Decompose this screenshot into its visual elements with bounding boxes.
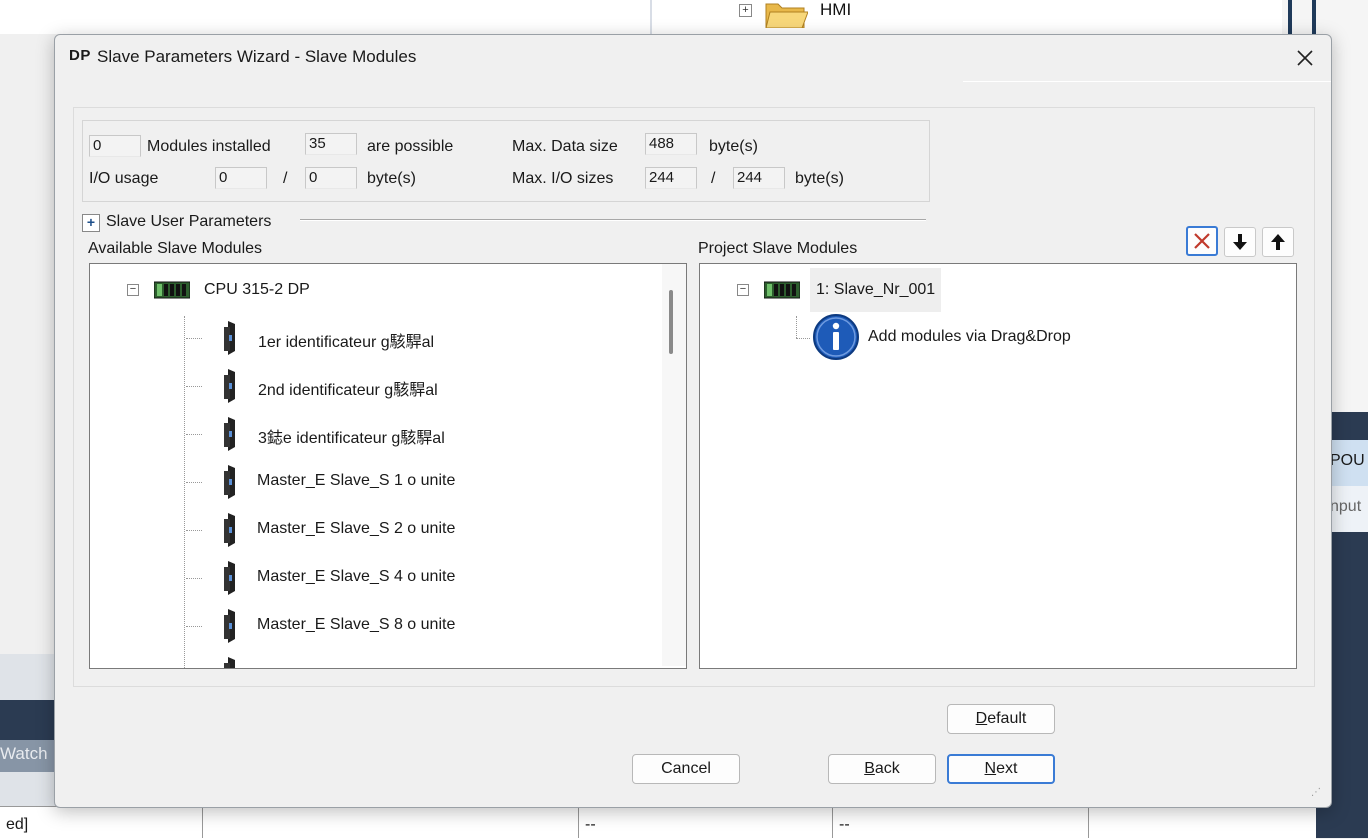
io-usage-separator: / xyxy=(283,170,288,187)
tree-connector xyxy=(186,482,202,483)
dp-app-icon: DP xyxy=(69,47,91,64)
tree-item-module[interactable]: Master_E Slave_S 8 o unite xyxy=(257,616,455,634)
module-icon xyxy=(224,369,235,403)
project-modules-tree[interactable]: − 1: Slave_Nr_001 Add modules via Drag&D… xyxy=(699,263,1297,669)
tree-connector xyxy=(796,338,810,339)
tree-connector xyxy=(186,626,202,627)
max-io-output-field: 244 xyxy=(733,167,785,189)
move-down-button[interactable] xyxy=(1224,227,1256,257)
background-grid-cell xyxy=(1088,806,1316,838)
io-usage-label: I/O usage xyxy=(89,170,159,187)
tree-item-module[interactable]: Master_E Slave_S 1 o unite xyxy=(257,472,455,490)
delete-module-button[interactable] xyxy=(1186,226,1218,256)
tree-item-module[interactable]: 2nd identificateur g駭駻al xyxy=(258,376,438,400)
arrow-up-icon xyxy=(1271,234,1285,250)
dialog-titlebar[interactable]: DP Slave Parameters Wizard - Slave Modul… xyxy=(55,35,1331,81)
drag-drop-hint: Add modules via Drag&Drop xyxy=(868,328,1071,345)
module-info-box: 0 Modules installed 35 are possible Max.… xyxy=(82,120,930,202)
module-icon xyxy=(224,465,235,499)
delete-x-icon xyxy=(1194,233,1210,249)
default-button-accel: D xyxy=(975,710,988,727)
collapse-root-button[interactable]: − xyxy=(127,284,139,296)
back-button[interactable]: Back xyxy=(828,754,936,784)
tree-connector xyxy=(186,386,202,387)
tree-connector xyxy=(796,316,797,338)
info-icon xyxy=(813,314,859,360)
arrow-down-icon xyxy=(1233,234,1247,250)
rack-icon xyxy=(764,281,800,299)
expand-user-parameters-button[interactable]: + xyxy=(82,214,100,232)
module-icon xyxy=(224,657,235,668)
rack-icon xyxy=(154,281,190,299)
io-usage-output-field: 0 xyxy=(305,167,357,189)
max-io-unit: byte(s) xyxy=(795,170,844,187)
tree-connector xyxy=(186,434,202,435)
titlebar-divider xyxy=(963,81,1331,82)
background-expand-icon[interactable]: + xyxy=(739,4,752,17)
project-root-slave[interactable]: 1: Slave_Nr_001 xyxy=(810,268,942,312)
background-grid-cell: -- xyxy=(578,806,832,838)
background-tab-input[interactable]: nput xyxy=(1330,486,1368,532)
possible-modules-field: 35 xyxy=(305,133,357,155)
cancel-button[interactable]: Cancel xyxy=(632,754,740,784)
next-button-label: ext xyxy=(996,760,1018,777)
max-data-size-label: Max. Data size xyxy=(512,138,618,155)
group-separator-line xyxy=(300,219,926,221)
tree-connector xyxy=(186,530,202,531)
available-modules-tree[interactable]: − CPU 315-2 DP 1er identificateur g駭駻al … xyxy=(89,263,687,669)
scrollbar-thumb[interactable] xyxy=(669,290,673,354)
max-io-separator: / xyxy=(711,170,716,187)
back-button-label: ack xyxy=(874,760,900,777)
tree-root-cpu[interactable]: CPU 315-2 DP xyxy=(204,281,310,299)
next-button[interactable]: Next xyxy=(947,754,1055,784)
module-icon xyxy=(224,321,235,355)
close-icon xyxy=(1297,50,1313,66)
tree-connector xyxy=(186,578,202,579)
background-grid-cell: -- xyxy=(832,806,1088,838)
tree-item-module[interactable]: Master_E Slave_S 2 o unite xyxy=(257,520,455,538)
move-up-button[interactable] xyxy=(1262,227,1294,257)
module-icon xyxy=(224,513,235,547)
project-modules-label: Project Slave Modules xyxy=(698,240,858,257)
module-icon xyxy=(224,609,235,643)
modules-installed-field: 0 xyxy=(89,135,141,157)
modules-installed-label: Modules installed xyxy=(147,138,271,155)
collapse-project-root-button[interactable]: − xyxy=(737,284,749,296)
default-button-label: efault xyxy=(987,710,1027,727)
next-button-accel: N xyxy=(984,760,997,777)
max-data-size-unit: byte(s) xyxy=(709,138,758,155)
dialog-content-panel: 0 Modules installed 35 are possible Max.… xyxy=(73,107,1315,687)
io-usage-unit: byte(s) xyxy=(367,170,416,187)
tree-connector xyxy=(184,316,185,668)
module-icon xyxy=(224,417,235,451)
background-left-bar xyxy=(0,700,56,740)
background-tab-watch[interactable]: Watch xyxy=(0,740,56,772)
tree-connector xyxy=(186,338,202,339)
background-grid-cell xyxy=(202,806,578,838)
module-icon xyxy=(224,561,235,595)
background-tree-node-hmi[interactable]: HMI xyxy=(820,0,851,20)
possible-modules-label: are possible xyxy=(367,138,454,155)
max-data-size-field: 488 xyxy=(645,133,697,155)
tree-item-module[interactable]: Master_E Slave_S 4 o unite xyxy=(257,568,455,586)
folder-icon xyxy=(765,3,808,28)
max-io-sizes-label: Max. I/O sizes xyxy=(512,170,614,187)
dialog-title: Slave Parameters Wizard - Slave Modules xyxy=(97,47,417,66)
background-tab-pou[interactable]: POU xyxy=(1330,440,1368,486)
tree-item-module[interactable]: 3鋕e identificateur g駭駻al xyxy=(258,424,445,448)
back-button-accel: B xyxy=(864,760,875,777)
slave-user-parameters-label[interactable]: Slave User Parameters xyxy=(106,213,271,231)
available-modules-label: Available Slave Modules xyxy=(88,240,263,257)
resize-grip-icon[interactable]: ⋰ xyxy=(1311,787,1325,801)
background-grid-cell: ed] xyxy=(6,816,29,833)
close-button[interactable] xyxy=(1287,41,1323,75)
default-button[interactable]: Default xyxy=(947,704,1055,734)
tree-scrollbar[interactable] xyxy=(662,264,686,666)
slave-parameters-dialog: DP Slave Parameters Wizard - Slave Modul… xyxy=(54,34,1332,808)
tree-item-module[interactable]: 1er identificateur g駭駻al xyxy=(258,328,434,352)
io-usage-input-field: 0 xyxy=(215,167,267,189)
max-io-input-field: 244 xyxy=(645,167,697,189)
